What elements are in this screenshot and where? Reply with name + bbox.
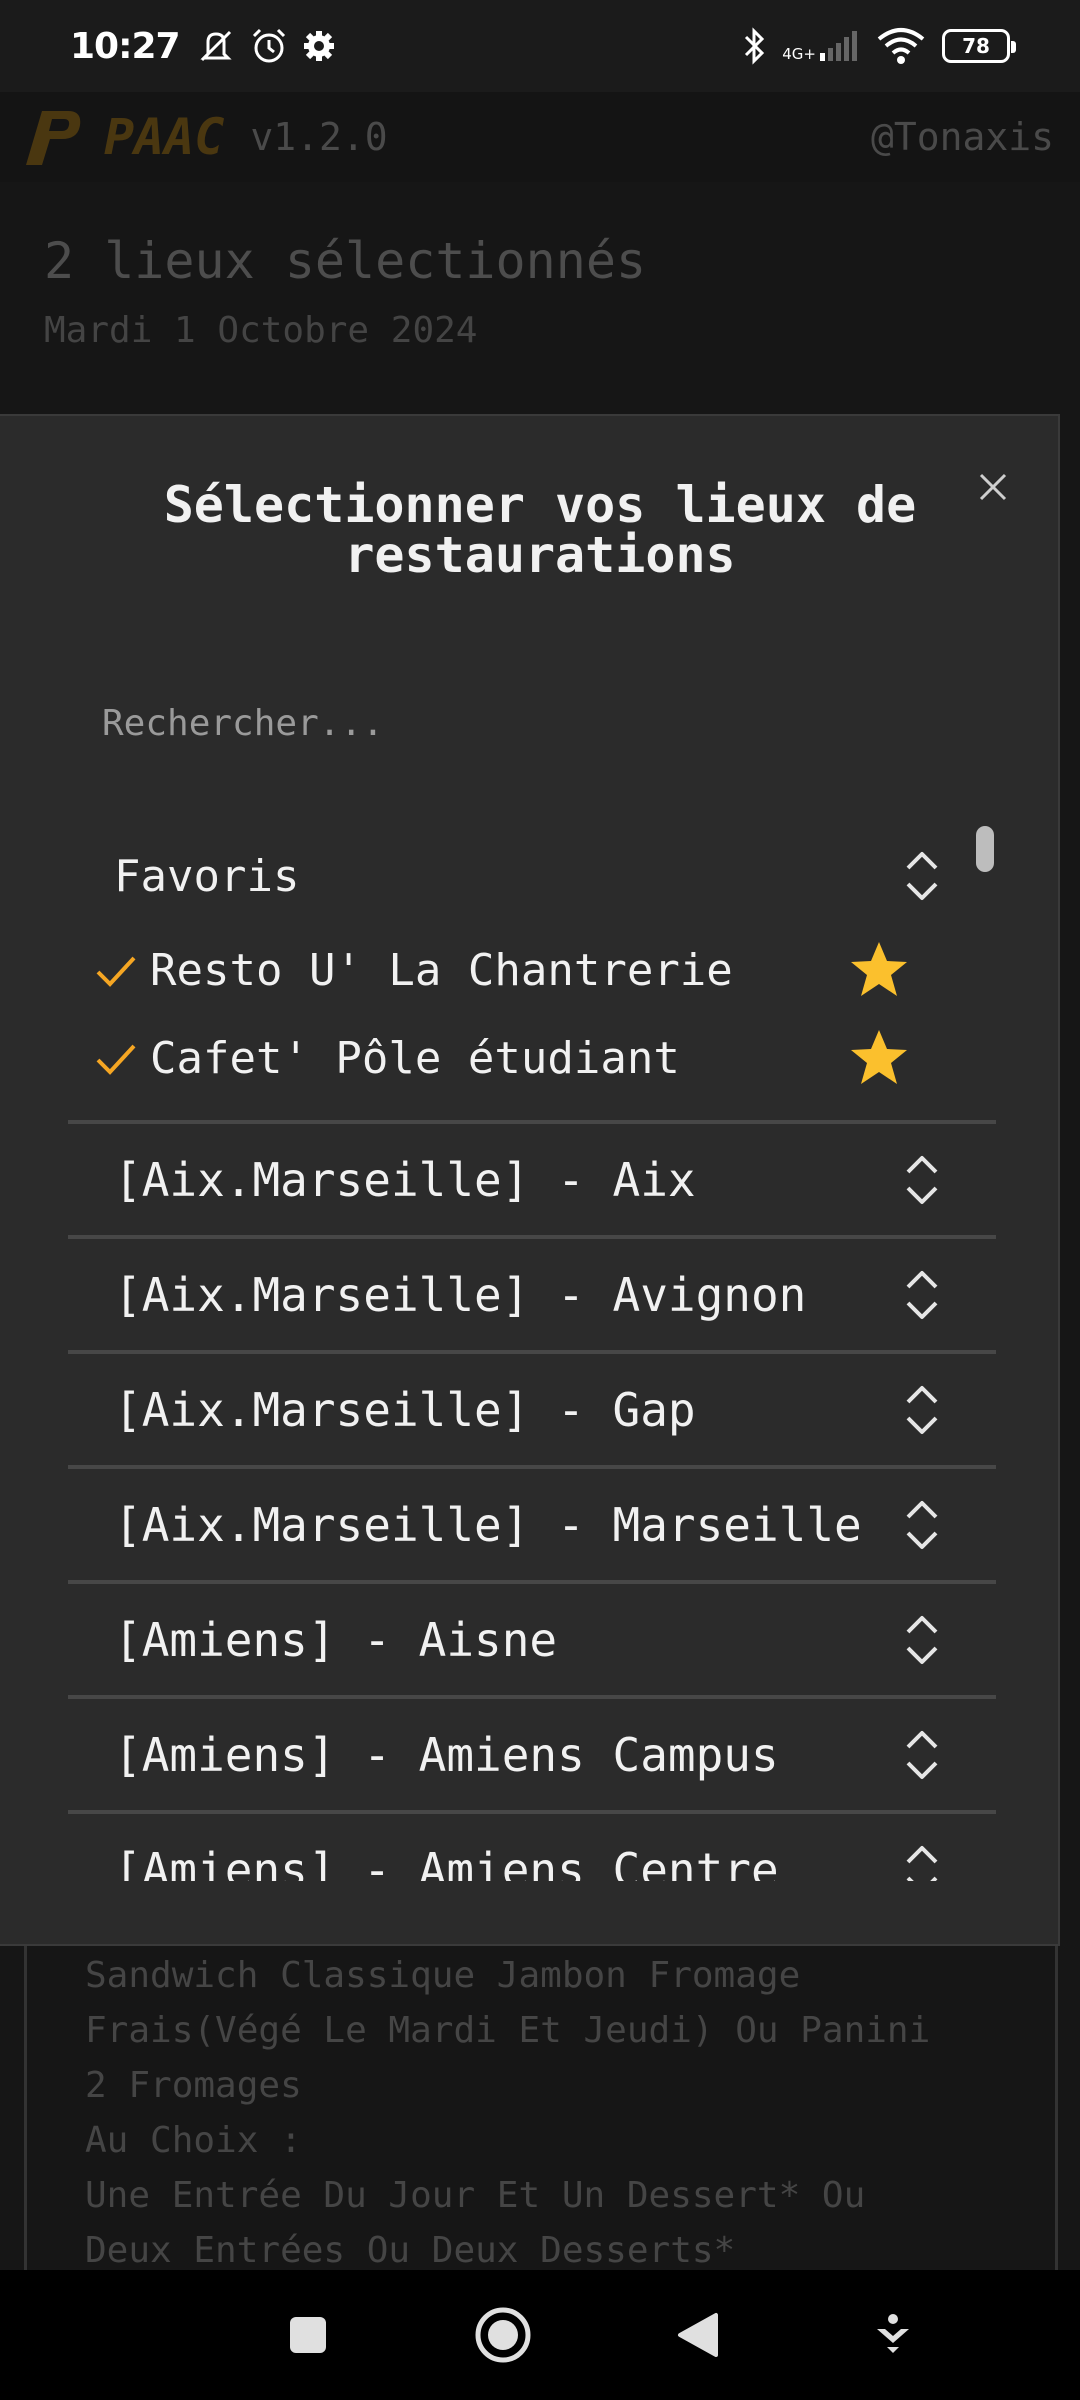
alarm-icon [252,28,285,63]
square-recents-icon [289,2317,326,2353]
favorite-item[interactable]: Resto U' La Chantrerie [68,926,996,1014]
menu-line: Une Entrée Du Jour Et Un Dessert* Ou [85,2175,866,2216]
chevron-up-down-icon [906,1500,938,1549]
wifi-icon [877,28,925,64]
location-group-row[interactable]: [Aix.Marseille] - Gap [68,1350,996,1465]
location-group-row[interactable]: [Amiens] - Amiens Campus [68,1695,996,1810]
selection-summary: 2 lieux sélectionnés Mardi 1 Octobre 202… [44,232,646,351]
status-bar: 10:27 4G+ 78 [0,0,1080,92]
favorites-section-header[interactable]: Favoris [68,826,996,926]
menu-line: 2 Fromages [85,2065,302,2106]
circle-home-icon [475,2307,530,2363]
system-nav-bar [0,2270,1080,2400]
location-list: Favoris Resto U' La Chantrerie Cafet' Pô… [68,826,996,1881]
battery-indicator: 78 [942,29,1016,63]
chevron-up-down-icon [906,852,938,900]
app-logo-icon [26,111,81,165]
chevron-up-down-icon [906,1385,938,1434]
location-group-label: [Aix.Marseille] - Gap [114,1382,696,1437]
location-list-viewport[interactable]: Favoris Resto U' La Chantrerie Cafet' Pô… [0,416,1058,1881]
location-group-row[interactable]: [Aix.Marseille] - Marseille [68,1465,996,1580]
accessibility-icon [876,2314,909,2353]
favorite-item-label: Resto U' La Chantrerie [150,944,733,996]
screen: 10:27 4G+ 78 PAAC v1.2.0 @Tonaxis 2 lieu… [0,0,1080,2400]
list-scrollbar-thumb[interactable] [976,826,994,872]
home-button[interactable] [468,2300,538,2370]
chevron-up-down-icon [906,1615,938,1664]
app-author-link[interactable]: @Tonaxis [871,115,1054,159]
favorite-item-label: Cafet' Pôle étudiant [150,1032,680,1084]
status-left-icons [196,27,336,65]
location-group-row[interactable]: [Aix.Marseille] - Avignon [68,1235,996,1350]
cellular-signal-icon: 4G+ [782,31,860,63]
location-group-row[interactable]: [Amiens] - Aisne [68,1580,996,1695]
favorites-title: Favoris [114,850,300,902]
location-group-label: [Aix.Marseille] - Aix [114,1152,696,1207]
status-right: 4G+ 78 [742,27,1016,65]
chevron-up-down-icon [906,1270,938,1319]
status-time: 10:27 [70,25,181,67]
favorite-item[interactable]: Cafet' Pôle étudiant [68,1014,996,1102]
location-group-row[interactable]: [Aix.Marseille] - Aix [68,1120,996,1235]
menu-line: Frais(Végé Le Mardi Et Jeudi) Ou Panini [85,2010,931,2051]
menu-line: Au Choix : [85,2120,302,2161]
location-group-label: [Amiens] - Aisne [114,1612,558,1667]
app-header: PAAC v1.2.0 @Tonaxis [0,92,1080,182]
check-icon [96,956,136,987]
accessibility-button[interactable] [858,2300,928,2370]
recents-button[interactable] [273,2300,343,2370]
location-group-label: [Aix.Marseille] - Avignon [114,1267,807,1322]
chevron-up-down-icon [906,1845,938,1881]
star-icon[interactable] [848,939,910,1001]
settings-gear-icon [303,31,334,61]
selection-summary-title[interactable]: 2 lieux sélectionnés [44,232,646,290]
bluetooth-icon [745,27,765,65]
location-group-label: [Amiens] - Amiens Campus [114,1727,779,1782]
location-group-row[interactable]: [Amiens] - Amiens Centre [68,1810,996,1881]
app-name: PAAC [104,108,225,166]
check-icon [96,1044,136,1075]
chevron-up-down-icon [906,1730,938,1779]
chevron-up-down-icon [906,1155,938,1204]
star-icon[interactable] [848,1027,910,1089]
location-select-modal: Sélectionner vos lieux de restaurations … [0,414,1060,1946]
selection-summary-date: Mardi 1 Octobre 2024 [44,310,478,351]
location-group-label: [Aix.Marseille] - Marseille [114,1497,862,1552]
mute-icon [199,30,232,62]
menu-card: Sandwich Classique Jambon Fromage Frais(… [24,1930,1058,2271]
network-type-label: 4G+ [782,45,816,63]
location-group-label: [Amiens] - Amiens Centre [114,1842,779,1882]
back-button[interactable] [663,2300,733,2370]
menu-line: Sandwich Classique Jambon Fromage [85,1955,801,1996]
triangle-back-icon [677,2313,718,2357]
app-version: v1.2.0 [250,115,388,159]
